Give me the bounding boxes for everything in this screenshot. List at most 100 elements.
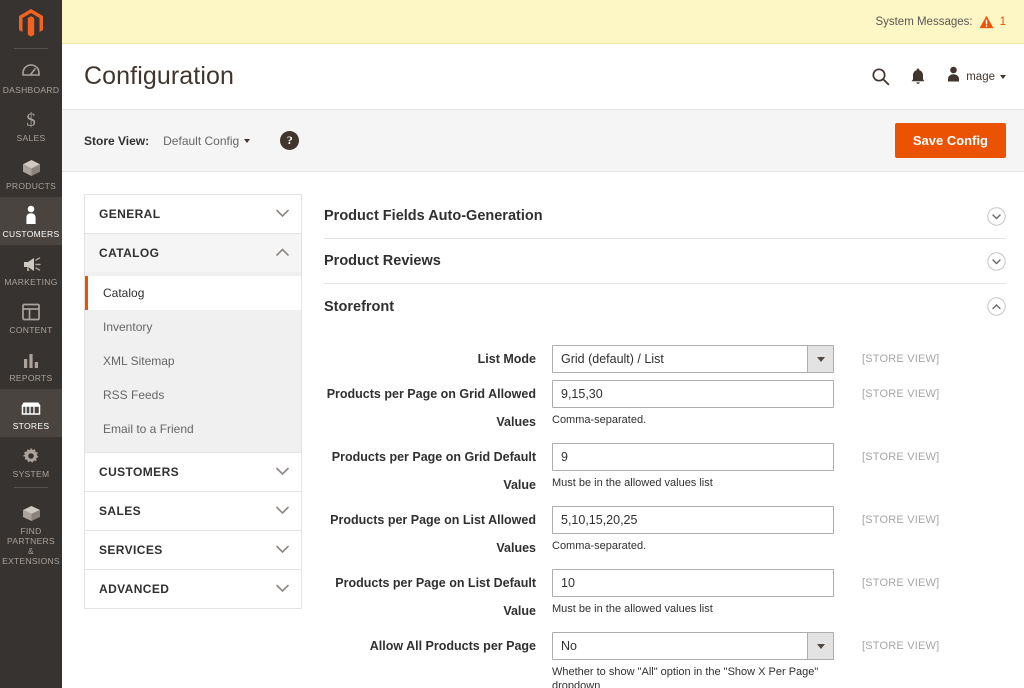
sales-icon: $ <box>21 108 41 130</box>
reports-icon <box>21 348 41 370</box>
config-section-header[interactable]: Services <box>85 531 301 569</box>
rail-label: Dashboard <box>2 85 60 95</box>
grid-allowed-values-input[interactable] <box>552 380 834 408</box>
rail-label: Content <box>9 325 53 335</box>
page-body: System Messages: 1 Configuration mage St… <box>62 0 1024 688</box>
page-title: Configuration <box>84 62 235 90</box>
field-label: Allow All Products per Page <box>369 639 536 653</box>
save-config-button[interactable]: Save Config <box>894 123 1006 158</box>
products-icon <box>21 156 42 178</box>
config-section-header[interactable]: Catalog <box>85 234 301 272</box>
section-product-fields-auto-generation[interactable]: Product Fields Auto-Generation <box>324 194 1006 239</box>
config-item-inventory[interactable]: Inventory <box>85 310 301 344</box>
field-scope: [STORE VIEW] <box>862 640 940 652</box>
customers-icon <box>23 204 39 226</box>
store-view-switcher[interactable]: Default Config <box>163 134 251 148</box>
config-section-header[interactable]: Advanced <box>85 570 301 608</box>
config-section-header[interactable]: General <box>85 195 301 233</box>
chevron-down-icon <box>276 580 289 598</box>
config-item-xml-sitemap[interactable]: XML Sitemap <box>85 344 301 378</box>
magento-logo[interactable] <box>0 0 62 46</box>
config-section-header[interactable]: Sales <box>85 492 301 530</box>
rail-label: Marketing <box>4 277 58 287</box>
rail-label: Reports <box>9 373 53 383</box>
header-actions: mage <box>871 66 1006 88</box>
config-section-catalog: Catalog Catalog Inventory XML Sitemap RS… <box>84 233 302 452</box>
rail-item-reports[interactable]: Reports <box>0 341 62 389</box>
chevron-down-circle-icon <box>987 251 1006 271</box>
field-hint: Must be in the allowed values list <box>552 603 713 615</box>
rail-item-system[interactable]: System <box>0 437 62 485</box>
config-item-email-to-a-friend[interactable]: Email to a Friend <box>85 412 301 446</box>
rail-label-line2: & Extensions <box>2 546 60 566</box>
field-row-grid-default-value: Products per Page on Grid Default Value … <box>324 443 1006 499</box>
content-area: General Catalog Catalog <box>62 172 1024 688</box>
rail-item-dashboard[interactable]: Dashboard <box>0 53 62 101</box>
config-section-title: Catalog <box>99 246 160 260</box>
rail-item-find-partners[interactable]: Find Partners & Extensions <box>0 494 62 572</box>
field-row-list-allowed-values: Products per Page on List Allowed Values… <box>324 506 1006 562</box>
section-title: Product Reviews <box>324 253 441 269</box>
section-product-reviews[interactable]: Product Reviews <box>324 239 1006 284</box>
rail-item-products[interactable]: Products <box>0 149 62 197</box>
chevron-down-icon <box>276 502 289 520</box>
marketing-icon <box>21 252 42 274</box>
rail-item-customers[interactable]: Customers <box>0 197 62 245</box>
rail-label: Stores <box>12 421 50 431</box>
bell-icon[interactable] <box>910 67 926 86</box>
list-mode-select[interactable]: Grid (default) / List <box>552 345 834 373</box>
section-storefront[interactable]: Storefront <box>324 284 1006 329</box>
config-nav: General Catalog Catalog <box>84 194 302 688</box>
config-item-rss-feeds[interactable]: RSS Feeds <box>85 378 301 412</box>
chevron-down-circle-icon <box>987 206 1006 226</box>
chevron-down-icon[interactable] <box>807 633 833 659</box>
user-menu[interactable]: mage <box>946 66 1006 88</box>
system-messages-bar[interactable]: System Messages: 1 <box>62 0 1024 44</box>
chevron-down-icon <box>1000 74 1006 79</box>
config-section-title: Advanced <box>99 582 170 596</box>
config-item-catalog[interactable]: Catalog <box>85 276 301 310</box>
list-default-value-input[interactable] <box>552 569 834 597</box>
field-row-list-default-value: Products per Page on List Default Value … <box>324 569 1006 625</box>
config-section-general: General <box>84 194 302 233</box>
rail-label-line1: Find Partners <box>7 526 55 546</box>
chevron-down-icon <box>276 463 289 481</box>
grid-default-value-input[interactable] <box>552 443 834 471</box>
rail-item-content[interactable]: Content <box>0 293 62 341</box>
config-section-title: General <box>99 207 161 221</box>
field-label: Products per Page on List Allowed Values <box>330 513 536 555</box>
rail-item-stores[interactable]: Stores <box>0 389 62 437</box>
config-section-services: Services <box>84 530 302 569</box>
rail-item-sales[interactable]: $ Sales <box>0 101 62 149</box>
rail-divider-bottom <box>14 487 48 488</box>
global-nav-rail: Dashboard $ Sales Products Customers Mar… <box>0 0 62 688</box>
user-name: mage <box>966 70 995 83</box>
list-allowed-values-input[interactable] <box>552 506 834 534</box>
allow-all-products-select[interactable]: No <box>552 632 834 660</box>
rail-label: Sales <box>16 133 46 143</box>
config-section-title: Customers <box>99 465 180 479</box>
dashboard-icon <box>21 60 41 82</box>
chevron-down-icon <box>276 541 289 559</box>
config-section-header[interactable]: Customers <box>85 453 301 491</box>
field-control: No Whether to show "All" option in the "… <box>552 632 834 688</box>
store-view-bar: Store View: Default Config ? Save Config <box>62 110 1024 172</box>
chevron-down-icon[interactable] <box>807 346 833 372</box>
chevron-down-icon <box>276 205 289 223</box>
field-scope: [STORE VIEW] <box>862 577 940 589</box>
system-icon <box>21 444 41 466</box>
field-control: Comma-separated. <box>552 380 834 427</box>
storefront-form: List Mode Grid (default) / List [STORE V… <box>324 329 1006 688</box>
partners-icon <box>21 501 42 523</box>
system-messages-label: System Messages: <box>875 15 973 28</box>
chevron-up-circle-icon <box>987 297 1006 316</box>
rail-item-marketing[interactable]: Marketing <box>0 245 62 293</box>
config-section-title: Sales <box>99 504 142 518</box>
section-title: Storefront <box>324 298 395 315</box>
help-icon[interactable]: ? <box>280 131 300 150</box>
search-icon[interactable] <box>871 67 890 86</box>
rail-label: Customers <box>2 229 60 239</box>
field-control: Comma-separated. <box>552 506 834 553</box>
field-hint: Whether to show "All" option in the "Sho… <box>552 666 819 688</box>
config-section-title: Services <box>99 543 163 557</box>
